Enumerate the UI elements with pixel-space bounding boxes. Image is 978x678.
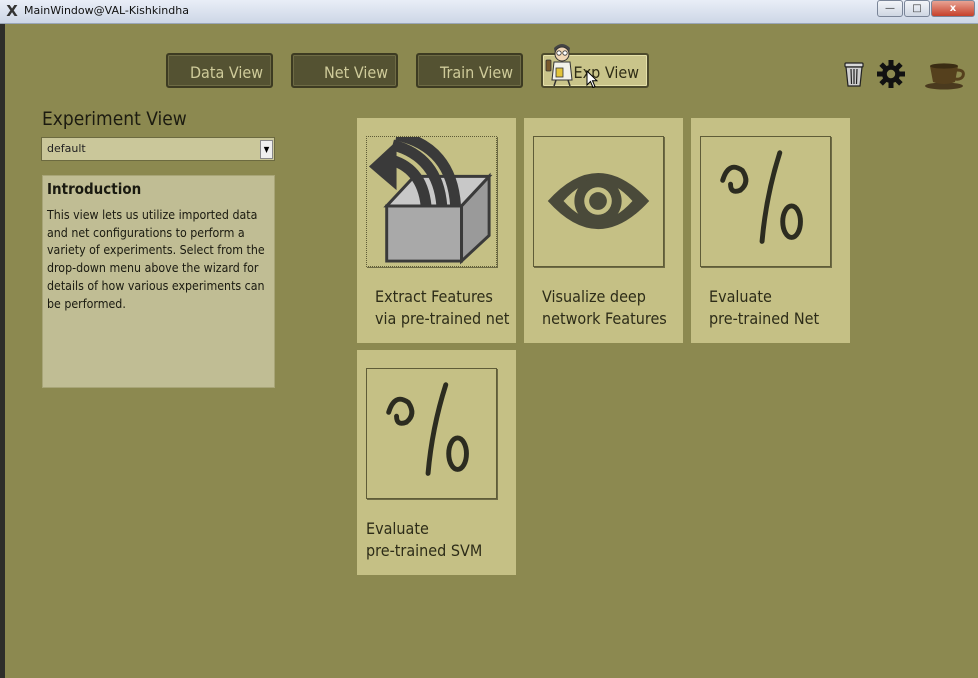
visualize-features-tile[interactable] bbox=[533, 136, 664, 267]
card-label: pre-trained Net bbox=[709, 309, 820, 328]
scientist-mascot-icon bbox=[545, 44, 573, 86]
card-label: Visualize deep bbox=[542, 287, 646, 306]
extract-features-card[interactable]: Extract Features via pre-trained net bbox=[357, 118, 516, 343]
trash-icon[interactable] bbox=[843, 60, 865, 88]
evaluate-net-tile[interactable] bbox=[700, 136, 831, 267]
percent-icon bbox=[386, 382, 469, 476]
dropdown-value: default bbox=[47, 142, 86, 155]
train-view-label: Train View bbox=[440, 63, 513, 82]
card-label: network Features bbox=[542, 309, 667, 328]
exp-view-label: Exp View bbox=[573, 63, 639, 82]
minimize-button[interactable]: — bbox=[877, 0, 903, 17]
intro-line: drop-down menu above the wizard for bbox=[47, 261, 259, 276]
gear-icon[interactable] bbox=[876, 59, 906, 89]
percent-icon bbox=[720, 150, 803, 244]
window-title: MainWindow@VAL-Kishkindha bbox=[24, 4, 189, 17]
net-view-button[interactable]: Net View bbox=[291, 53, 398, 88]
extract-features-icon bbox=[368, 137, 493, 265]
card-label: Extract Features bbox=[375, 287, 493, 306]
evaluate-net-card[interactable]: Evaluate pre-trained Net bbox=[691, 118, 850, 343]
maximize-button[interactable]: □ bbox=[904, 0, 930, 17]
window-controls: — □ x bbox=[876, 0, 975, 17]
intro-line: This view lets us utilize imported data bbox=[47, 208, 258, 222]
panel-title: Experiment View bbox=[42, 108, 187, 130]
intro-text: This view lets us utilize imported data … bbox=[47, 207, 270, 313]
intro-line: details of how various experiments can bbox=[47, 278, 265, 293]
eye-icon bbox=[547, 172, 650, 230]
extract-features-tile[interactable] bbox=[366, 136, 497, 267]
card-label: pre-trained SVM bbox=[366, 541, 483, 560]
intro-heading: Introduction bbox=[47, 180, 142, 198]
intro-line: variety of experiments. Select from the bbox=[47, 243, 265, 258]
train-view-button[interactable]: Train View bbox=[416, 53, 523, 88]
intro-line: be performed. bbox=[47, 296, 126, 311]
visualize-features-card[interactable]: Visualize deep network Features bbox=[524, 118, 683, 343]
x11-app-icon: X bbox=[6, 2, 18, 20]
introduction-box: Introduction This view lets us utilize i… bbox=[42, 175, 275, 388]
evaluate-svm-tile[interactable] bbox=[366, 368, 497, 499]
card-label: Evaluate bbox=[366, 519, 429, 538]
card-label: via pre-trained net bbox=[375, 309, 510, 328]
window-left-edge bbox=[0, 24, 5, 678]
window-title-bar: X MainWindow@VAL-Kishkindha — □ x bbox=[0, 0, 978, 24]
net-view-label: Net View bbox=[324, 63, 388, 82]
card-label: Evaluate bbox=[709, 287, 772, 306]
data-view-button[interactable]: Data View bbox=[166, 53, 273, 88]
data-view-label: Data View bbox=[189, 63, 263, 82]
experiment-dropdown[interactable]: default ▼ bbox=[41, 137, 275, 161]
intro-line: and net configurations to perform a bbox=[47, 225, 245, 240]
mouse-cursor-icon bbox=[586, 70, 598, 89]
coffee-cup-icon[interactable] bbox=[924, 62, 966, 90]
close-button[interactable]: x bbox=[931, 0, 975, 17]
evaluate-svm-card[interactable]: Evaluate pre-trained SVM bbox=[357, 350, 516, 575]
dropdown-arrow-icon[interactable]: ▼ bbox=[260, 140, 273, 159]
